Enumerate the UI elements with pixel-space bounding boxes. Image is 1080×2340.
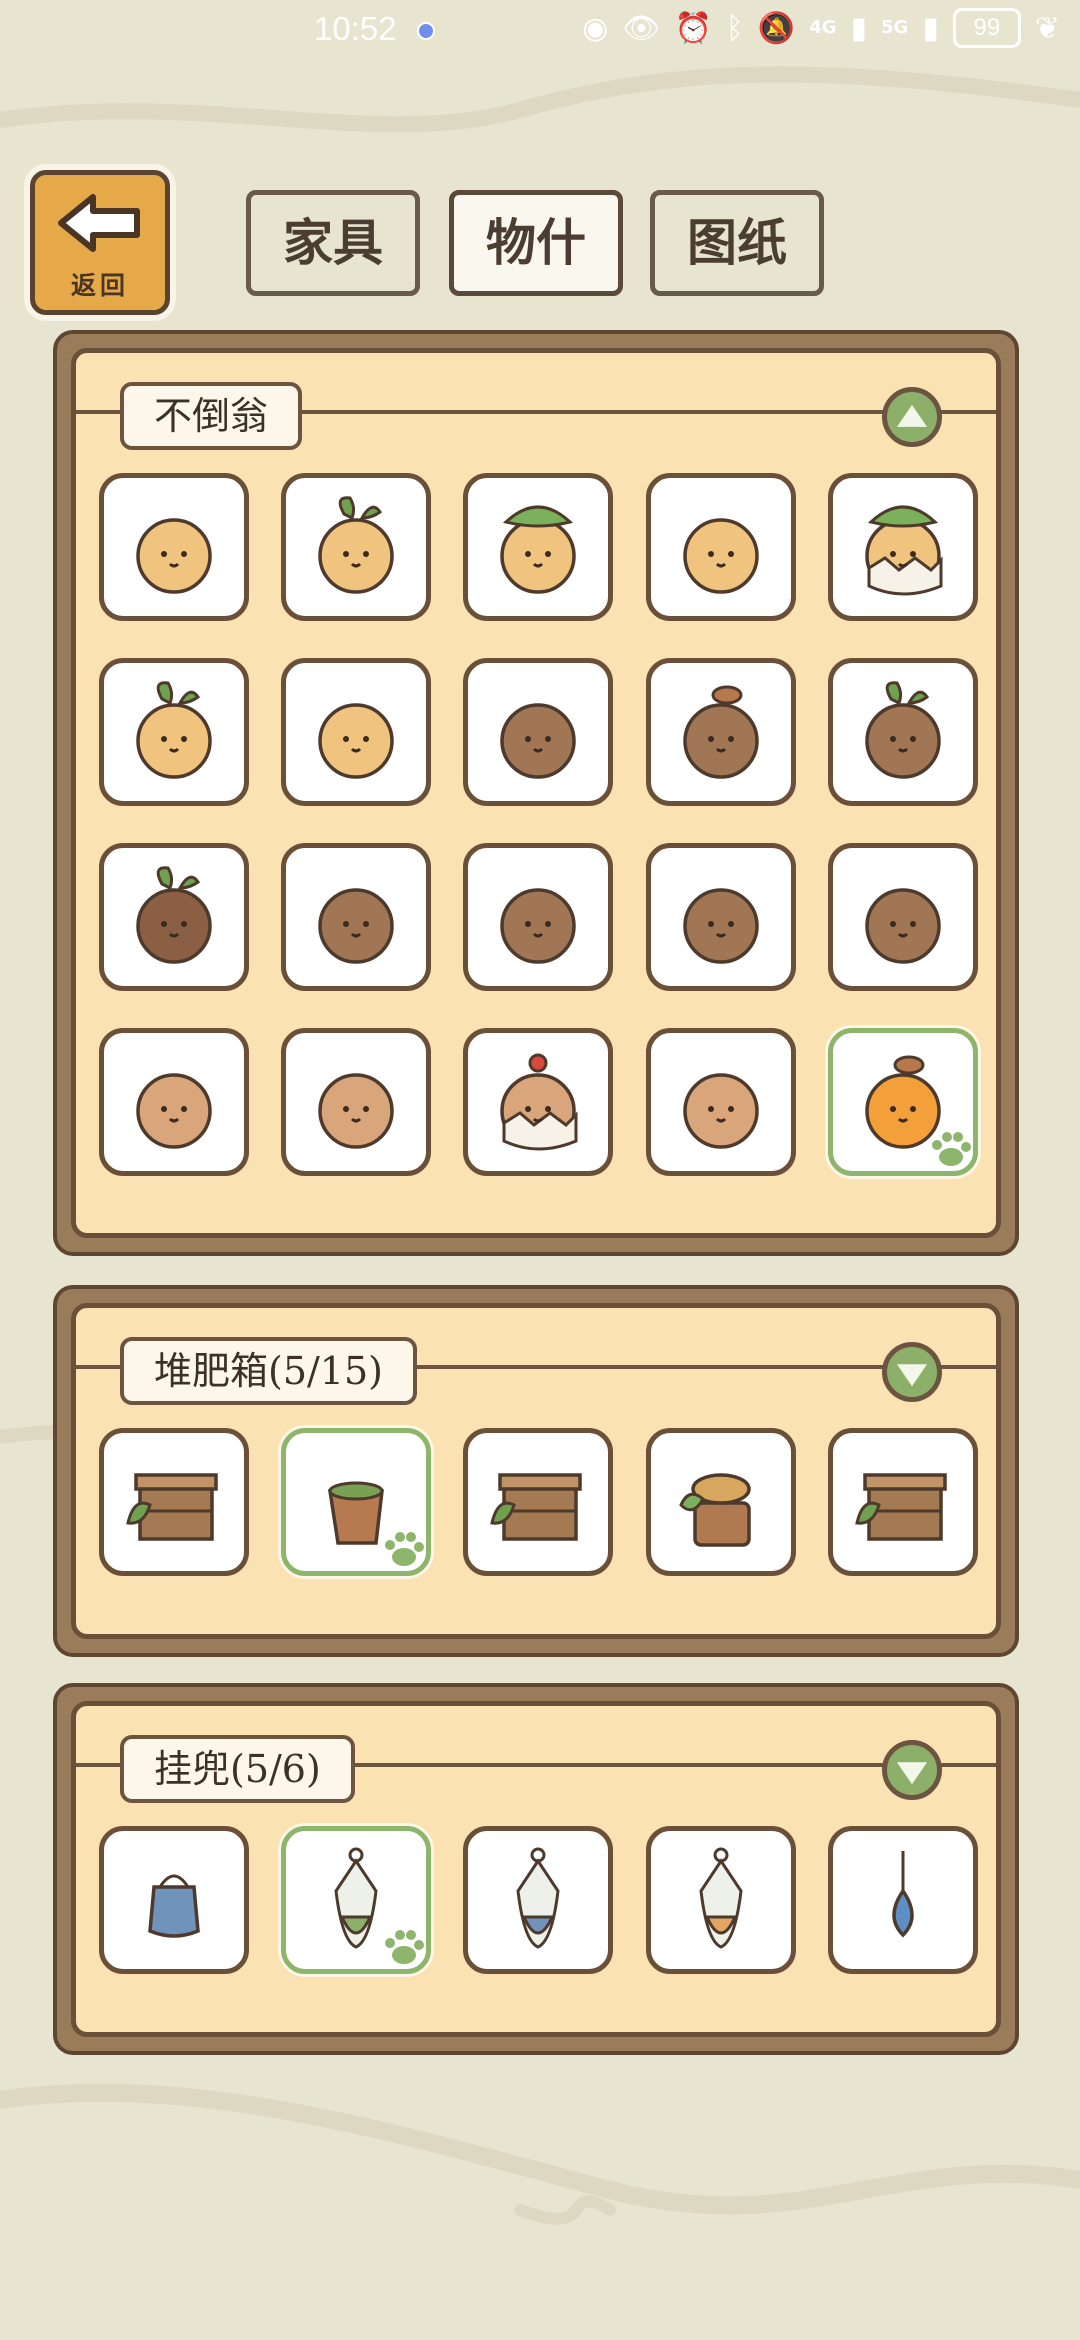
item-slot-blue-net-bag[interactable] bbox=[463, 1826, 613, 1974]
tab-furniture[interactable]: 家具 bbox=[246, 190, 420, 296]
item-slot-leaf-hat-tumbler[interactable] bbox=[463, 473, 613, 621]
item-slot-brown-tumbler-plain[interactable] bbox=[646, 843, 796, 991]
item-slot-yellow-tumbler-smile[interactable] bbox=[281, 658, 431, 806]
tumbler-panel: 不倒翁 bbox=[53, 330, 1019, 1256]
expand-toggle-icon[interactable] bbox=[882, 1740, 942, 1800]
back-label: 返回 bbox=[70, 271, 129, 300]
yellow-tumbler-squint-icon bbox=[136, 518, 212, 594]
eye-icon: 👁 bbox=[622, 10, 661, 46]
hanging-pouch-panel-inner: 挂兜(5/6) bbox=[71, 1701, 1001, 2037]
leaf-icon: ❦ bbox=[1034, 10, 1060, 46]
yellow-tumbler-smile-icon bbox=[318, 703, 394, 779]
item-slot-yellow-tumbler-squint[interactable] bbox=[99, 473, 249, 621]
item-slot-leaf-hat-chick-tumbler[interactable] bbox=[828, 473, 978, 621]
nfc-icon: ◉ bbox=[582, 10, 609, 46]
brown-tumbler-plain-icon bbox=[683, 888, 759, 964]
item-slot-brown-tumbler-blush[interactable] bbox=[463, 843, 613, 991]
brown-tumbler-grumpy-icon bbox=[865, 888, 941, 964]
item-slot-yellow-tumbler-glasses[interactable] bbox=[646, 473, 796, 621]
leaf-hat-tumbler-icon bbox=[500, 505, 576, 594]
item-slot-mushroom-owl-tumbler[interactable] bbox=[646, 658, 796, 806]
battery-icon: 99 bbox=[952, 8, 1021, 48]
item-slot-brown-monkey-tumbler[interactable] bbox=[463, 658, 613, 806]
item-slot-orange-mushroom-tumbler[interactable] bbox=[828, 1028, 978, 1176]
item-slot-dark-sprout-tumbler[interactable] bbox=[99, 843, 249, 991]
brown-tumbler-blush-icon bbox=[500, 888, 576, 964]
leaf-tumbler-hearts-icon bbox=[318, 1073, 394, 1149]
back-button[interactable]: 返回 bbox=[30, 170, 170, 315]
sleepy-tumbler-icon bbox=[683, 1073, 759, 1149]
tab-furniture-label: 家具 bbox=[283, 214, 383, 272]
sprout-tumbler-icon bbox=[136, 681, 212, 779]
mushroom-owl-tumbler-icon bbox=[683, 685, 759, 779]
yellow-tumbler-bow-icon bbox=[318, 496, 394, 594]
tumbler-panel-inner: 不倒翁 bbox=[71, 348, 1001, 1238]
item-slot-green-net-bag[interactable] bbox=[281, 1826, 431, 1974]
mute-icon: 🔕 bbox=[757, 10, 796, 46]
brown-monkey-tumbler-icon bbox=[500, 703, 576, 779]
leaf-hat-chick-tumbler-icon bbox=[865, 505, 943, 596]
item-slot-orange-net-bag[interactable] bbox=[646, 1826, 796, 1974]
item-slot-brown-tumbler-eyes[interactable] bbox=[281, 843, 431, 991]
item-slot-leaf-tumbler-hearts[interactable] bbox=[281, 1028, 431, 1176]
blue-net-bag-icon bbox=[516, 1847, 560, 1949]
tan-tumbler-icon bbox=[136, 1073, 212, 1149]
bluetooth-icon: ᛒ bbox=[725, 10, 744, 46]
wooden-compost-crate-icon bbox=[126, 1473, 218, 1541]
blue-hanging-pouch-icon bbox=[148, 1874, 200, 1938]
mushroom-barrel-icon bbox=[679, 1473, 751, 1547]
item-slot-sleepy-tumbler[interactable] bbox=[646, 1028, 796, 1176]
item-slot-yellow-tumbler-bow[interactable] bbox=[281, 473, 431, 621]
item-slot-brown-tumbler-grumpy[interactable] bbox=[828, 843, 978, 991]
hanging-pouch-panel: 挂兜(5/6) bbox=[53, 1683, 1019, 2055]
signal-icon: ▮ bbox=[850, 10, 868, 46]
section-title: 不倒翁 bbox=[120, 382, 303, 450]
item-slot-stacked-compost-crate[interactable] bbox=[463, 1428, 613, 1576]
open-lid-compost-box-icon bbox=[855, 1473, 947, 1541]
paw-selected-icon bbox=[932, 1132, 971, 1166]
item-slot-wooden-bucket[interactable] bbox=[281, 1428, 431, 1576]
tab-blueprints-label: 图纸 bbox=[687, 214, 787, 272]
signal-icon-2: ▮ bbox=[922, 10, 939, 46]
item-slot-brown-sprout-tumbler[interactable] bbox=[828, 658, 978, 806]
expand-toggle-icon[interactable] bbox=[882, 1342, 942, 1402]
item-slot-cherry-chick-tumbler[interactable] bbox=[463, 1028, 613, 1176]
stacked-compost-crate-icon bbox=[490, 1473, 582, 1541]
tab-blueprints[interactable]: 图纸 bbox=[650, 190, 824, 296]
notification-dot-icon bbox=[417, 22, 435, 40]
item-slot-tan-tumbler[interactable] bbox=[99, 1028, 249, 1176]
collapse-toggle-icon[interactable] bbox=[882, 387, 942, 447]
paw-selected-icon bbox=[385, 1532, 424, 1566]
compost-panel-inner: 堆肥箱(5/15) bbox=[71, 1303, 1001, 1639]
item-slot-water-drop-charm[interactable] bbox=[828, 1826, 978, 1974]
status-time: 10:52 bbox=[314, 10, 397, 47]
status-bar: 10:52 ◉ 👁 ⏰ ᛒ 🔕 4G ▮ 5G ▮ 99 ❦ bbox=[0, 0, 1080, 62]
item-slot-mushroom-barrel[interactable] bbox=[646, 1428, 796, 1576]
status-icons: ◉ 👁 ⏰ ᛒ 🔕 4G ▮ 5G ▮ 99 ❦ bbox=[582, 8, 1060, 48]
orange-net-bag-icon bbox=[699, 1847, 743, 1949]
compost-panel: 堆肥箱(5/15) bbox=[53, 1285, 1019, 1657]
water-drop-charm-icon bbox=[892, 1851, 914, 1938]
tab-items[interactable]: 物什 bbox=[449, 190, 623, 296]
section-title: 挂兜(5/6) bbox=[120, 1735, 355, 1803]
item-slot-sprout-tumbler[interactable] bbox=[99, 658, 249, 806]
yellow-tumbler-glasses-icon bbox=[683, 518, 759, 594]
brown-sprout-tumbler-icon bbox=[865, 681, 941, 779]
back-arrow-icon bbox=[58, 194, 140, 252]
item-slot-open-lid-compost-box[interactable] bbox=[828, 1428, 978, 1576]
dark-sprout-tumbler-icon bbox=[136, 866, 212, 964]
section-title: 堆肥箱(5/15) bbox=[120, 1337, 417, 1405]
item-slot-wooden-compost-crate[interactable] bbox=[99, 1428, 249, 1576]
brown-tumbler-eyes-icon bbox=[318, 888, 394, 964]
item-slot-blue-hanging-pouch[interactable] bbox=[99, 1826, 249, 1974]
network-4g-icon: 4G bbox=[809, 17, 837, 38]
network-5g-icon: 5G bbox=[881, 17, 909, 38]
cherry-chick-tumbler-icon bbox=[500, 1053, 578, 1151]
alarm-icon: ⏰ bbox=[674, 10, 712, 46]
tab-items-label: 物什 bbox=[486, 214, 586, 272]
paw-selected-icon bbox=[385, 1930, 424, 1964]
